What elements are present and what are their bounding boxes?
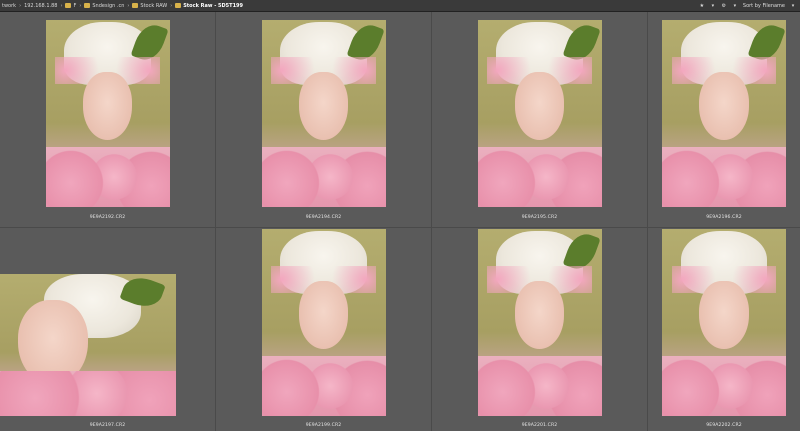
thumbnail-cell[interactable]: 9E9A2192.CR2 bbox=[0, 12, 216, 228]
face-shape bbox=[298, 72, 349, 140]
thumbnail-image[interactable] bbox=[261, 229, 386, 416]
thumbnail-filename: 9E9A2201.CR2 bbox=[521, 423, 558, 428]
thumbnail-image[interactable] bbox=[662, 20, 786, 207]
flower-shape bbox=[662, 356, 786, 416]
flower-shape bbox=[477, 356, 602, 416]
breadcrumb-item-server[interactable]: 192.168.1.88 bbox=[24, 3, 57, 9]
flower-shape bbox=[261, 356, 386, 416]
thumbnail-filename: 9E9A2192.CR2 bbox=[89, 215, 126, 220]
thumbnail-cell[interactable]: 9E9A2197.CR2 bbox=[0, 228, 216, 431]
thumbnail-image[interactable] bbox=[662, 229, 786, 416]
thumbnail-image[interactable] bbox=[0, 274, 176, 416]
menu-dropdown-icon[interactable]: ▾ bbox=[710, 3, 716, 9]
thumbnail-image[interactable] bbox=[477, 20, 602, 207]
thumbnail-grid: 9E9A2192.CR2 9E9A2194.CR2 9E9A2195.CR2 9… bbox=[0, 12, 800, 431]
breadcrumb-separator-icon: › bbox=[60, 2, 63, 9]
thumbnail-filename: 9E9A2194.CR2 bbox=[305, 215, 342, 220]
breadcrumb-separator-icon: › bbox=[127, 2, 130, 9]
face-shape bbox=[514, 281, 565, 349]
thumbnail-cell[interactable]: 9E9A2196.CR2 bbox=[648, 12, 800, 228]
flower-shape bbox=[45, 147, 170, 207]
flower-shape bbox=[477, 147, 602, 207]
toolbar: ★ ▾ ⚙ ▾ Sort by Filename ▾ bbox=[699, 0, 796, 11]
flower-shape bbox=[0, 370, 176, 416]
thumbnail-cell[interactable]: 9E9A2195.CR2 bbox=[432, 12, 648, 228]
sort-direction-icon[interactable]: ▾ bbox=[790, 3, 796, 9]
face-shape bbox=[298, 281, 349, 349]
breadcrumb-item-sndesign[interactable]: Sndesign .cn bbox=[92, 3, 124, 9]
chevron-down-icon[interactable]: ▾ bbox=[732, 3, 738, 9]
flower-shape bbox=[261, 147, 386, 207]
folder-icon bbox=[65, 3, 72, 8]
breadcrumb-item-current[interactable]: Stock Raw - 5D5T199 bbox=[183, 3, 243, 9]
breadcrumb-item-drive[interactable]: F bbox=[73, 3, 76, 9]
thumbnail-filename: 9E9A2197.CR2 bbox=[89, 423, 126, 428]
thumbnail-image[interactable] bbox=[477, 229, 602, 416]
sort-dropdown[interactable]: Sort by Filename bbox=[743, 3, 785, 9]
face-shape bbox=[699, 72, 749, 140]
thumbnail-image[interactable] bbox=[261, 20, 386, 207]
folder-icon bbox=[84, 3, 91, 8]
breadcrumb-separator-icon: › bbox=[170, 2, 173, 9]
breadcrumb-item-network[interactable]: twork bbox=[2, 3, 16, 9]
thumbnail-filename: 9E9A2195.CR2 bbox=[521, 215, 558, 220]
face-shape bbox=[514, 72, 565, 140]
thumbnail-image[interactable] bbox=[45, 20, 170, 207]
face-shape bbox=[699, 281, 749, 349]
star-filter-icon[interactable]: ★ bbox=[699, 3, 705, 9]
thumbnail-filename: 9E9A2199.CR2 bbox=[305, 423, 342, 428]
breadcrumb-separator-icon: › bbox=[19, 2, 22, 9]
flower-shape bbox=[662, 147, 786, 207]
folder-icon bbox=[175, 3, 182, 8]
thumbnail-cell[interactable]: 9E9A2201.CR2 bbox=[432, 228, 648, 431]
gear-icon[interactable]: ⚙ bbox=[721, 3, 727, 9]
breadcrumb-item-stock-raw[interactable]: Stock RAW bbox=[140, 3, 167, 9]
thumbnail-filename: 9E9A2202.CR2 bbox=[706, 423, 742, 428]
face-shape bbox=[82, 72, 133, 140]
breadcrumb: twork › 192.168.1.88 › F › Sndesign .cn … bbox=[2, 3, 243, 9]
path-bar: twork › 192.168.1.88 › F › Sndesign .cn … bbox=[0, 0, 800, 12]
thumbnail-cell[interactable]: 9E9A2199.CR2 bbox=[216, 228, 432, 431]
folder-icon bbox=[132, 3, 139, 8]
thumbnail-filename: 9E9A2196.CR2 bbox=[706, 215, 742, 220]
breadcrumb-separator-icon: › bbox=[79, 2, 82, 9]
thumbnail-cell[interactable]: 9E9A2202.CR2 bbox=[648, 228, 800, 431]
thumbnail-cell[interactable]: 9E9A2194.CR2 bbox=[216, 12, 432, 228]
